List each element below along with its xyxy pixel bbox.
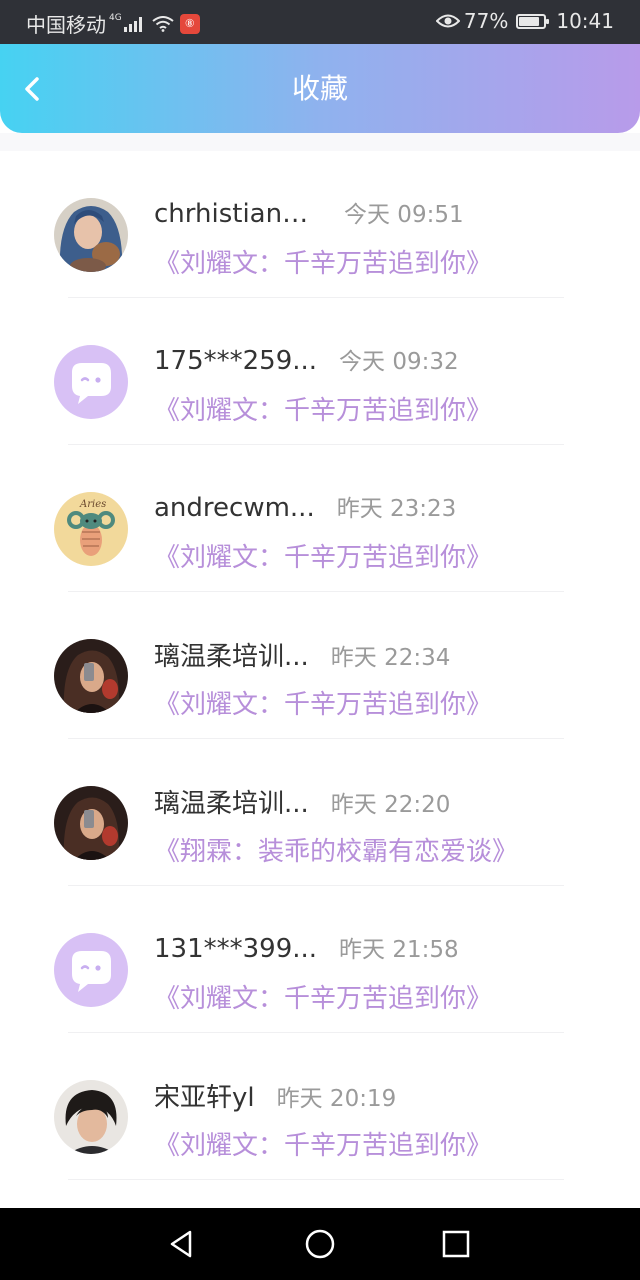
battery-percent: 77% (463, 9, 509, 33)
story-title-link[interactable]: 《刘耀文：千辛万苦追到你》 (154, 1125, 492, 1162)
list-item[interactable]: 璃温柔培训... 昨天 22:20 《翔霖：装乖的校霸有恋爱谈》 (0, 739, 640, 886)
item-header: 175***259... 今天 09:32 (154, 342, 459, 376)
signal-icon (123, 16, 144, 32)
username: 璃温柔培训... (154, 642, 309, 672)
network-type: 4G (109, 12, 122, 23)
story-title-link[interactable]: 《刘耀文：千辛万苦追到你》 (154, 390, 492, 427)
list-item[interactable]: Aries andrecwm... 昨天 23:23 《刘耀文：千辛万苦追到你》 (0, 445, 640, 592)
timestamp: 昨天 22:34 (330, 645, 451, 671)
story-title-link[interactable]: 《刘耀文：千辛万苦追到你》 (154, 537, 492, 574)
username: 131***399... (154, 934, 318, 964)
battery-level (519, 16, 540, 26)
item-header: 宋亚轩yl 昨天 20:19 (154, 1077, 396, 1114)
user-photo-icon (54, 1080, 128, 1154)
aries-sheep-icon: Aries (54, 492, 128, 566)
timestamp: 昨天 20:19 (276, 1086, 397, 1112)
list-item[interactable]: chrhistiand... 今天 09:51 《刘耀文：千辛万苦追到你》 (0, 151, 640, 298)
header-spacer (0, 133, 640, 151)
story-title-link[interactable]: 《刘耀文：千辛万苦追到你》 (154, 684, 492, 721)
list-item[interactable]: 璃温柔培训... 昨天 22:34 《刘耀文：千辛万苦追到你》 (0, 592, 640, 739)
header-bar: 收藏 (0, 44, 640, 133)
square-recents-icon[interactable] (438, 1226, 474, 1262)
story-title-link[interactable]: 《刘耀文：千辛万苦追到你》 (154, 978, 492, 1015)
avatar[interactable]: Aries (54, 492, 128, 566)
item-header: 131***399... 昨天 21:58 (154, 930, 459, 964)
item-header: 璃温柔培训... 昨天 22:34 (154, 636, 450, 673)
item-header: chrhistiand... 今天 09:51 (154, 195, 464, 229)
timestamp: 昨天 23:23 (336, 496, 457, 522)
avatar[interactable] (54, 1080, 128, 1154)
timestamp: 今天 09:51 (344, 202, 464, 228)
app-notification-icon: ⑧ (179, 13, 200, 34)
avatar[interactable] (54, 345, 128, 419)
system-nav-bar (0, 1208, 640, 1280)
user-photo-icon (54, 198, 128, 272)
circle-home-icon[interactable] (302, 1226, 338, 1262)
favorites-screen: 中国移动 4G ⑧ 77% 10:41 收藏 chrhistiand... 今天… (0, 0, 640, 1280)
divider (68, 1179, 564, 1180)
list-item[interactable]: 175***259... 今天 09:32 《刘耀文：千辛万苦追到你》 (0, 298, 640, 445)
item-header: 璃温柔培训... 昨天 22:20 (154, 783, 450, 820)
carrier-name: 中国移动 (26, 13, 106, 37)
list-item[interactable]: 131***399... 昨天 21:58 《刘耀文：千辛万苦追到你》 (0, 886, 640, 1033)
username: 璃温柔培训... (154, 789, 309, 819)
username: 175***259... (154, 346, 318, 376)
favorites-list: chrhistiand... 今天 09:51 《刘耀文：千辛万苦追到你》 17… (0, 151, 640, 1180)
timestamp: 昨天 21:58 (339, 937, 459, 963)
status-bar: 中国移动 4G ⑧ 77% 10:41 (0, 0, 640, 44)
timestamp: 昨天 22:20 (330, 792, 451, 818)
eye-comfort-icon (435, 14, 460, 28)
clock: 10:41 (556, 9, 614, 33)
avatar[interactable] (54, 933, 128, 1007)
wifi-icon (152, 15, 174, 32)
timestamp: 今天 09:32 (339, 349, 459, 375)
default-avatar-chat-icon (54, 345, 128, 419)
item-header: andrecwm... 昨天 23:23 (154, 489, 456, 523)
user-photo-icon (54, 786, 128, 860)
story-title-link[interactable]: 《翔霖：装乖的校霸有恋爱谈》 (154, 831, 518, 868)
default-avatar-chat-icon (54, 933, 128, 1007)
story-title-link[interactable]: 《刘耀文：千辛万苦追到你》 (154, 243, 492, 280)
svg-text:Aries: Aries (79, 499, 106, 510)
username: 宋亚轩yl (154, 1083, 255, 1113)
battery-icon (516, 13, 550, 29)
avatar[interactable] (54, 198, 128, 272)
list-item[interactable]: 宋亚轩yl 昨天 20:19 《刘耀文：千辛万苦追到你》 (0, 1033, 640, 1180)
status-left: 中国移动 4G ⑧ (26, 9, 200, 38)
username: chrhistiand... (154, 199, 322, 229)
username: andrecwm... (154, 493, 315, 523)
avatar[interactable] (54, 786, 128, 860)
user-photo-icon (54, 639, 128, 713)
page-title: 收藏 (291, 72, 348, 105)
triangle-back-icon[interactable] (164, 1226, 200, 1262)
avatar[interactable] (54, 639, 128, 713)
status-right: 77% 10:41 (435, 9, 614, 33)
